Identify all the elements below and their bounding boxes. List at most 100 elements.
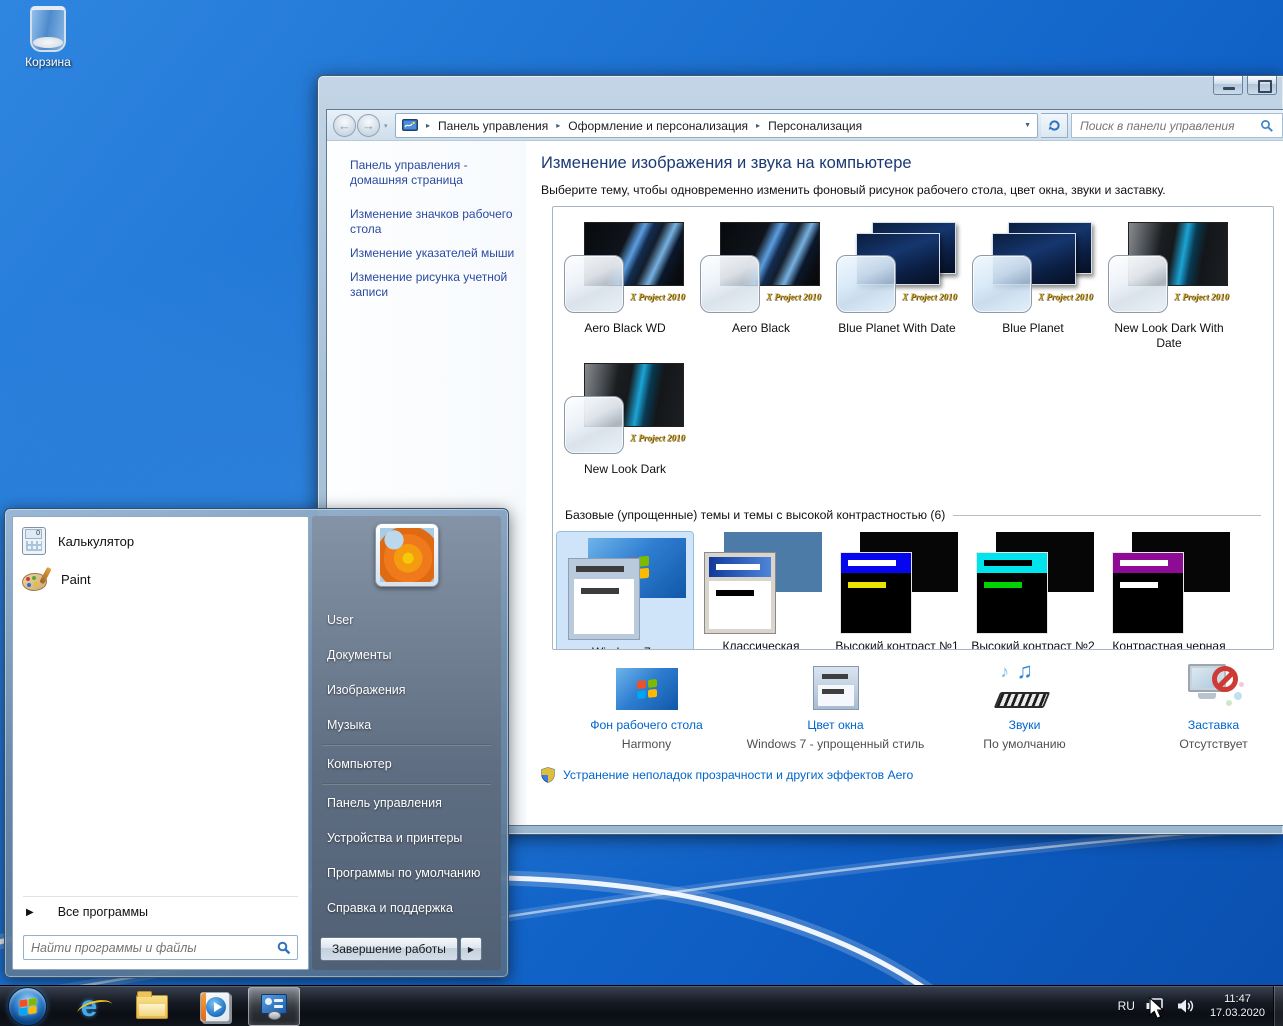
- theme-thumbnail: [1106, 532, 1232, 634]
- control-panel-search[interactable]: [1071, 113, 1283, 138]
- theme-blue-planet[interactable]: X Project 2010 Blue Planet: [965, 222, 1101, 363]
- recycle-bin-label: Корзина: [8, 55, 88, 69]
- theme-badge: X Project 2010: [766, 292, 821, 302]
- all-programs-button[interactable]: ▶ Все программы: [13, 897, 308, 927]
- taskbar-personalization-active[interactable]: [248, 987, 300, 1026]
- start-item-documents[interactable]: Документы: [312, 638, 501, 673]
- basic-themes-header: Базовые (упрощенные) темы и темы с высок…: [565, 508, 1261, 522]
- address-dropdown-icon[interactable]: ▼: [1024, 122, 1031, 129]
- forward-button[interactable]: →: [357, 114, 380, 137]
- shutdown-button[interactable]: Завершение работы: [320, 937, 458, 961]
- breadcrumb-control-panel[interactable]: Панель управления: [438, 119, 548, 133]
- start-item-user[interactable]: User: [312, 603, 501, 638]
- theme-high-contrast-black[interactable]: Контрастная черная: [1101, 532, 1237, 650]
- theme-badge: X Project 2010: [630, 433, 685, 443]
- start-item-label: Калькулятор: [58, 534, 134, 549]
- theme-label: Blue Planet: [965, 321, 1101, 336]
- calculator-icon: [22, 527, 46, 555]
- breadcrumb-separator-icon[interactable]: ▸: [753, 121, 763, 130]
- start-item-pictures[interactable]: Изображения: [312, 673, 501, 708]
- breadcrumb-separator-icon[interactable]: ▸: [553, 121, 563, 130]
- setting-label[interactable]: Звуки: [930, 718, 1119, 732]
- taskbar-media-player[interactable]: [196, 988, 234, 1025]
- start-search-input[interactable]: [23, 935, 298, 960]
- show-desktop-button[interactable]: [1273, 986, 1283, 1026]
- start-menu: Калькулятор Paint ▶ Все программы: [4, 508, 509, 978]
- recycle-bin-icon: [30, 6, 66, 52]
- theme-classic[interactable]: Классическая: [693, 532, 829, 650]
- theme-label: Aero Black: [693, 321, 829, 336]
- breadcrumb-personalization[interactable]: Персонализация: [768, 119, 862, 133]
- start-item-paint[interactable]: Paint: [13, 560, 308, 598]
- theme-blue-planet-with-date[interactable]: X Project 2010 Blue Planet With Date: [829, 222, 965, 363]
- theme-new-look-dark[interactable]: X Project 2010 New Look Dark: [557, 363, 693, 495]
- theme-new-look-dark-with-date[interactable]: X Project 2010 New Look Dark With Date: [1101, 222, 1237, 363]
- personalization-icon: [402, 119, 418, 132]
- screensaver-icon: [1184, 662, 1244, 710]
- maximize-button[interactable]: [1247, 76, 1277, 95]
- theme-aero-black-wd[interactable]: X Project 2010 Aero Black WD: [557, 222, 693, 363]
- sidebar-link-account-picture[interactable]: Изменение рисунка учетной записи: [350, 270, 518, 300]
- sounds-setting[interactable]: ♪ ♫ Звуки По умолчанию: [930, 662, 1119, 751]
- taskbar-explorer[interactable]: [133, 988, 171, 1025]
- theme-thumbnail: [562, 538, 688, 640]
- start-item-computer[interactable]: Компьютер: [312, 747, 501, 782]
- start-item-music[interactable]: Музыка: [312, 708, 501, 743]
- start-item-control-panel[interactable]: Панель управления: [312, 786, 501, 821]
- language-indicator[interactable]: RU: [1118, 999, 1135, 1013]
- setting-value: Отсутствует: [1119, 737, 1283, 751]
- troubleshoot-link-text[interactable]: Устранение неполадок прозрачности и друг…: [563, 768, 913, 782]
- setting-label[interactable]: Цвет окна: [741, 718, 930, 732]
- start-item-help-support[interactable]: Справка и поддержка: [312, 891, 501, 926]
- start-item-devices-printers[interactable]: Устройства и принтеры: [312, 821, 501, 856]
- theme-label: New Look Dark With Date: [1101, 321, 1237, 351]
- start-button[interactable]: [8, 987, 47, 1026]
- breadcrumb-appearance[interactable]: Оформление и персонализация: [568, 119, 748, 133]
- shutdown-options-button[interactable]: ▶: [460, 937, 482, 961]
- recycle-bin[interactable]: Корзина: [8, 6, 88, 69]
- start-item-default-programs[interactable]: Программы по умолчанию: [312, 856, 501, 891]
- theme-thumbnail: X Project 2010: [562, 363, 688, 457]
- history-dropdown-icon[interactable]: ▾: [384, 122, 388, 130]
- clock-time: 11:47: [1210, 992, 1265, 1006]
- desktop-background-setting[interactable]: Фон рабочего стола Harmony: [552, 662, 741, 751]
- window-color-icon: [813, 666, 859, 710]
- taskbar-internet-explorer[interactable]: e: [70, 988, 108, 1025]
- user-avatar[interactable]: [375, 523, 439, 587]
- clock[interactable]: 11:47 17.03.2020: [1206, 992, 1269, 1020]
- network-icon[interactable]: [1146, 998, 1166, 1014]
- sidebar-link-desktop-icons[interactable]: Изменение значков рабочего стола: [350, 207, 518, 237]
- refresh-button[interactable]: [1041, 113, 1068, 138]
- back-button[interactable]: ←: [333, 114, 356, 137]
- theme-high-contrast-1[interactable]: Высокий контраст №1: [829, 532, 965, 650]
- theme-thumbnail: X Project 2010: [698, 222, 824, 316]
- breadcrumb[interactable]: ▸ Панель управления ▸ Оформление и персо…: [395, 113, 1038, 138]
- theme-high-contrast-2[interactable]: Высокий контраст №2: [965, 532, 1101, 650]
- setting-value: По умолчанию: [930, 737, 1119, 751]
- system-tray: RU 11:47 17.03.2020: [1118, 986, 1269, 1026]
- paint-icon: [22, 567, 49, 591]
- sidebar-link-home[interactable]: Панель управления - домашняя страница: [350, 158, 518, 188]
- theme-aero-black[interactable]: X Project 2010 Aero Black: [693, 222, 829, 363]
- taskbar: e RU 11:47 17.03.2020: [0, 985, 1283, 1026]
- start-search[interactable]: [13, 927, 308, 969]
- sidebar-link-mouse-pointers[interactable]: Изменение указателей мыши: [350, 246, 518, 261]
- all-programs-arrow-icon: ▶: [26, 907, 34, 918]
- setting-label[interactable]: Заставка: [1119, 718, 1283, 732]
- theme-windows7-basic[interactable]: Windows 7 - упрощенный стиль: [557, 532, 693, 650]
- all-programs-label: Все программы: [58, 905, 148, 919]
- troubleshoot-aero-link[interactable]: Устранение неполадок прозрачности и друг…: [541, 767, 1283, 783]
- windows-logo-icon: [19, 998, 36, 1015]
- theme-label: New Look Dark: [557, 462, 693, 477]
- minimize-button[interactable]: [1213, 76, 1243, 95]
- theme-label: Высокий контраст №2: [965, 639, 1101, 650]
- window-color-setting[interactable]: Цвет окна Windows 7 - упрощенный стиль: [741, 662, 930, 751]
- theme-thumbnail: X Project 2010: [1106, 222, 1232, 316]
- screensaver-setting[interactable]: Заставка Отсутствует: [1119, 662, 1283, 751]
- start-item-calculator[interactable]: Калькулятор: [13, 522, 308, 560]
- theme-label: Контрастная черная: [1101, 639, 1237, 650]
- volume-icon[interactable]: [1177, 998, 1195, 1014]
- search-input[interactable]: [1072, 119, 1260, 133]
- divider: [322, 783, 491, 785]
- setting-label[interactable]: Фон рабочего стола: [552, 718, 741, 732]
